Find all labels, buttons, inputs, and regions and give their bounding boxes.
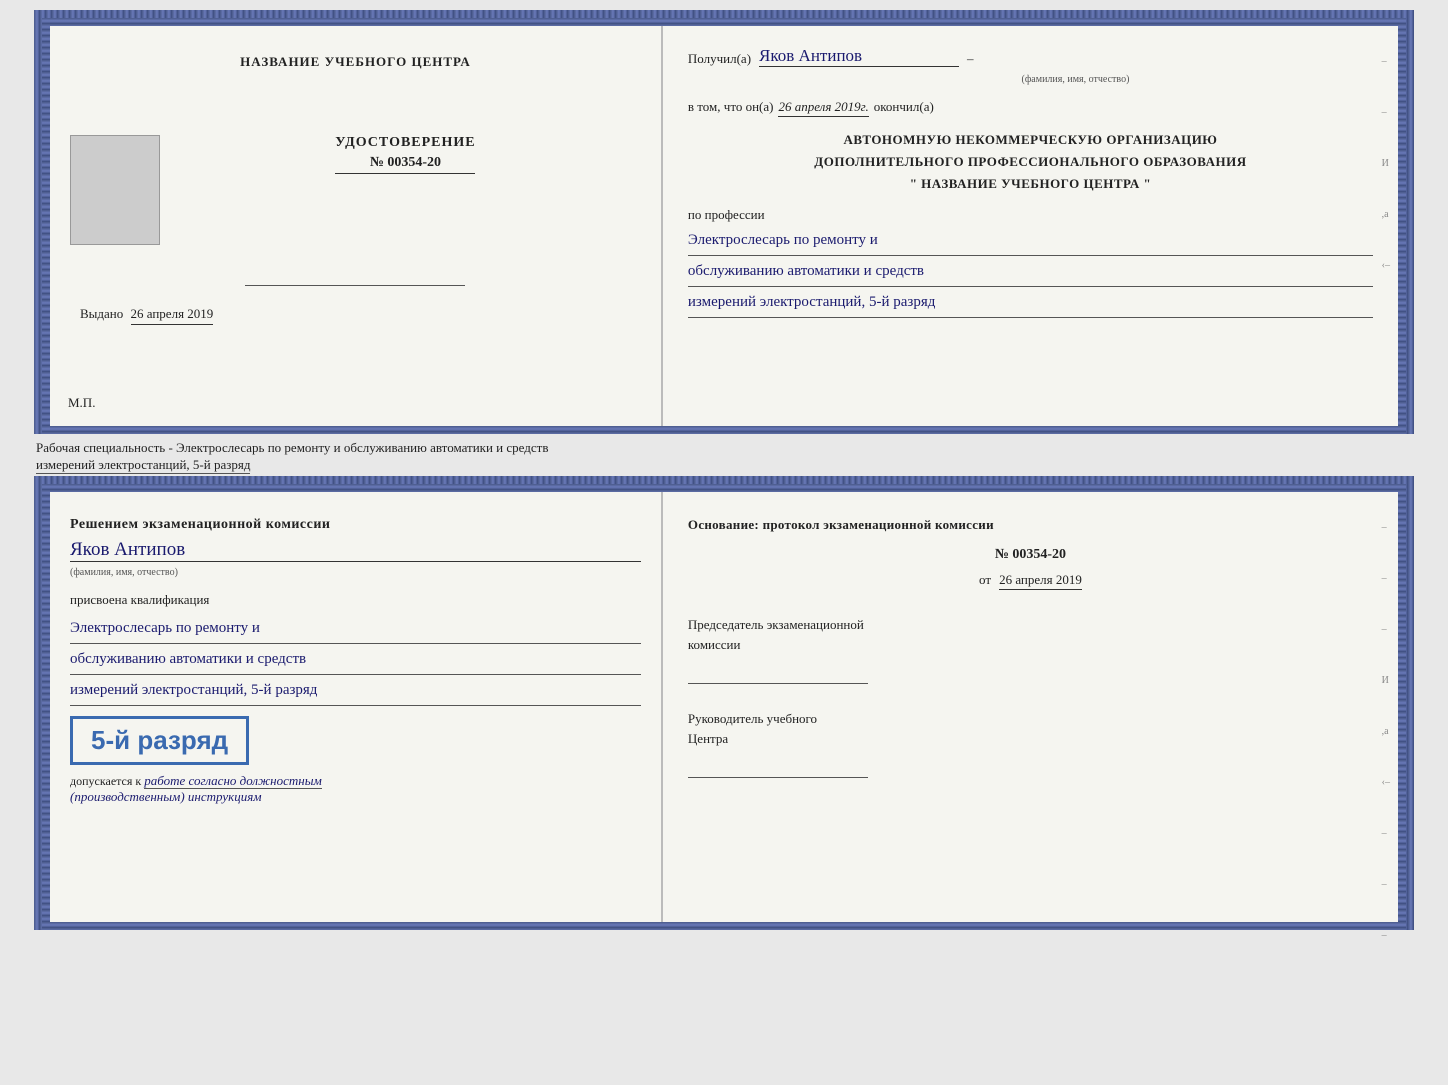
predsedatel-label2: комиссии xyxy=(688,635,1373,655)
side-dash-b2: – xyxy=(1382,573,1390,584)
right-page-bottom: Основание: протокол экзаменационной коми… xyxy=(663,492,1398,922)
training-center-title-top: НАЗВАНИЕ УЧЕБНОГО ЦЕНТРА xyxy=(240,54,471,70)
protocol-number: № 00354-20 xyxy=(995,547,1066,562)
profession-line3-top: измерений электростанций, 5-й разряд xyxy=(688,287,1373,318)
photo-placeholder xyxy=(70,135,160,245)
dopuskaetsya-text: работе согласно должностным xyxy=(144,773,322,789)
fio-hint-bottom: (фамилия, имя, отчество) xyxy=(70,567,178,578)
rukovoditel-label2: Центра xyxy=(688,729,1373,749)
v-tom-prefix: в том, что он(а) xyxy=(688,99,774,115)
auto-line3: " НАЗВАНИЕ УЧЕБНОГО ЦЕНТРА " xyxy=(688,173,1373,195)
vydano-date: 26 апреля 2019 xyxy=(131,306,214,325)
rukovoditel-signature xyxy=(688,753,868,778)
profession-line2-top: обслуживанию автоматики и средств xyxy=(688,256,1373,287)
v-tom-date: 26 апреля 2019г. xyxy=(778,99,868,117)
poluchil-label: Получил(а) xyxy=(688,51,751,67)
left-page-top: НАЗВАНИЕ УЧЕБНОГО ЦЕНТРА УДОСТОВЕРЕНИЕ №… xyxy=(50,26,663,426)
profession-line3-bottom: измерений электростанций, 5-й разряд xyxy=(70,675,641,706)
predsedatel-signature xyxy=(688,659,868,684)
side-char-arrow: ‹– xyxy=(1382,260,1390,271)
fio-hint-top: (фамилия, имя, отчество) xyxy=(1022,74,1130,85)
profession-line1-top: Электрослесарь по ремонту и xyxy=(688,225,1373,256)
okonchil-label: окончил(а) xyxy=(874,99,934,115)
profession-line2-bottom: обслуживанию автоматики и средств xyxy=(70,644,641,675)
dopuskaetsya-prefix: допускается к xyxy=(70,774,141,788)
po-professii-label: по профессии xyxy=(688,207,765,222)
predsedatel-label: Председатель экзаменационной xyxy=(688,615,1373,635)
side-char-barrow: ‹– xyxy=(1382,777,1390,788)
fio-handwritten-bottom: Яков Антипов xyxy=(70,539,641,562)
side-dash-b6: – xyxy=(1382,930,1390,941)
resheniem-text: Решением экзаменационной комиссии xyxy=(70,517,641,533)
badge-text: 5-й разряд xyxy=(91,725,228,755)
auto-line1: АВТОНОМНУЮ НЕКОММЕРЧЕСКУЮ ОРГАНИЗАЦИЮ xyxy=(688,129,1373,151)
side-dash-b4: – xyxy=(1382,828,1390,839)
mp-label: М.П. xyxy=(68,395,95,411)
side-char-bi: И xyxy=(1382,675,1390,686)
side-char-a: ,а xyxy=(1382,209,1390,220)
ot-date: 26 апреля 2019 xyxy=(999,572,1082,590)
side-char-i: И xyxy=(1382,158,1390,169)
between-text-1: Рабочая специальность - Электрослесарь п… xyxy=(36,440,1414,456)
vydano-label: Выдано xyxy=(80,306,123,321)
profession-line1-bottom: Электрослесарь по ремонту и xyxy=(70,613,641,644)
between-text-2: измерений электростанций, 5-й разряд xyxy=(36,457,250,474)
side-dash-b3: – xyxy=(1382,624,1390,635)
fio-handwritten-top: Яков Антипов xyxy=(759,46,959,67)
ot-prefix: от xyxy=(979,572,991,587)
side-dash-1: – xyxy=(1382,56,1390,67)
side-dash-b1: – xyxy=(1382,522,1390,533)
side-dash-b5: – xyxy=(1382,879,1390,890)
side-char-ba: ,а xyxy=(1382,726,1390,737)
auto-line2: ДОПОЛНИТЕЛЬНОГО ПРОФЕССИОНАЛЬНОГО ОБРАЗО… xyxy=(688,151,1373,173)
osnovanie-label: Основание: протокол экзаменационной коми… xyxy=(688,517,1373,533)
right-page-top: Получил(а) Яков Антипов – (фамилия, имя,… xyxy=(663,26,1398,426)
left-page-bottom: Решением экзаменационной комиссии Яков А… xyxy=(50,492,663,922)
side-dash-2: – xyxy=(1382,107,1390,118)
dash-after-fio: – xyxy=(967,51,974,67)
rukovoditel-label: Руководитель учебного xyxy=(688,709,1373,729)
qualification-badge: 5-й разряд xyxy=(70,716,249,765)
dopuskaetsya-text2: (производственным) инструкциям xyxy=(70,789,641,805)
prisvoena-label: присвоена квалификация xyxy=(70,592,641,608)
udostoverenie-number: № 00354-20 xyxy=(335,155,475,174)
udostoverenie-label: УДОСТОВЕРЕНИЕ xyxy=(335,135,475,151)
